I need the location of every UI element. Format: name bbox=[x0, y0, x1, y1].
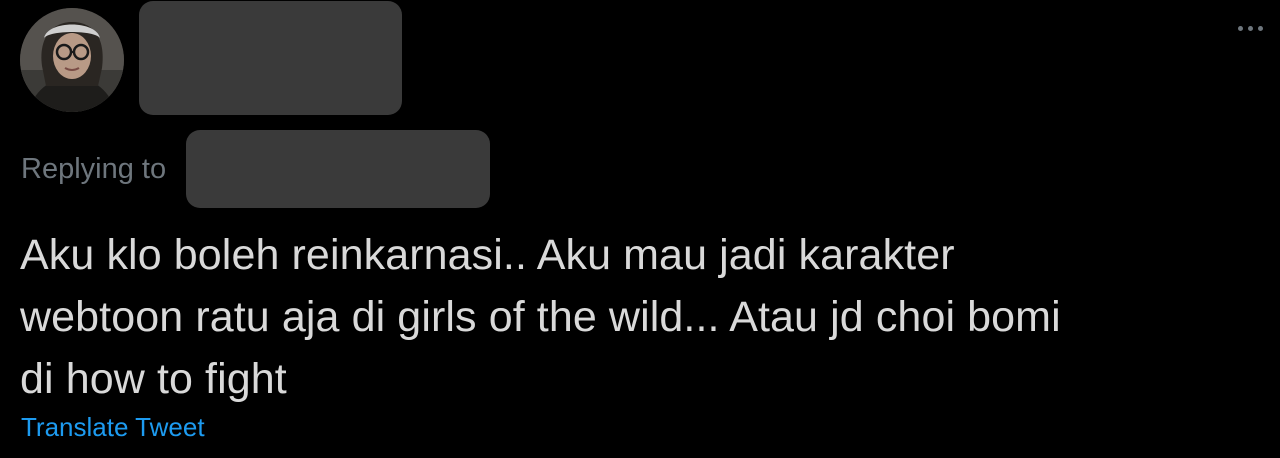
redacted-display-name bbox=[139, 1, 402, 115]
dot-icon bbox=[1258, 26, 1263, 31]
tweet: Replying to Aku klo boleh reinkarnasi.. … bbox=[0, 0, 1280, 458]
translate-tweet-link[interactable]: Translate Tweet bbox=[21, 411, 205, 443]
dot-icon bbox=[1238, 26, 1243, 31]
tweet-text-line: webtoon ratu aja di girls of the wild...… bbox=[20, 293, 1061, 341]
tweet-text-line: Aku klo boleh reinkarnasi.. Aku mau jadi… bbox=[20, 231, 955, 279]
redacted-reply-handle bbox=[186, 130, 490, 208]
more-options-icon[interactable] bbox=[1238, 26, 1263, 31]
tweet-text: Aku klo boleh reinkarnasi.. Aku mau jadi… bbox=[20, 224, 1260, 410]
dot-icon bbox=[1248, 26, 1253, 31]
replying-to-label: Replying to bbox=[21, 153, 167, 185]
avatar-photo-icon bbox=[20, 8, 124, 112]
tweet-text-line: di how to fight bbox=[20, 355, 287, 403]
avatar[interactable] bbox=[20, 8, 124, 112]
